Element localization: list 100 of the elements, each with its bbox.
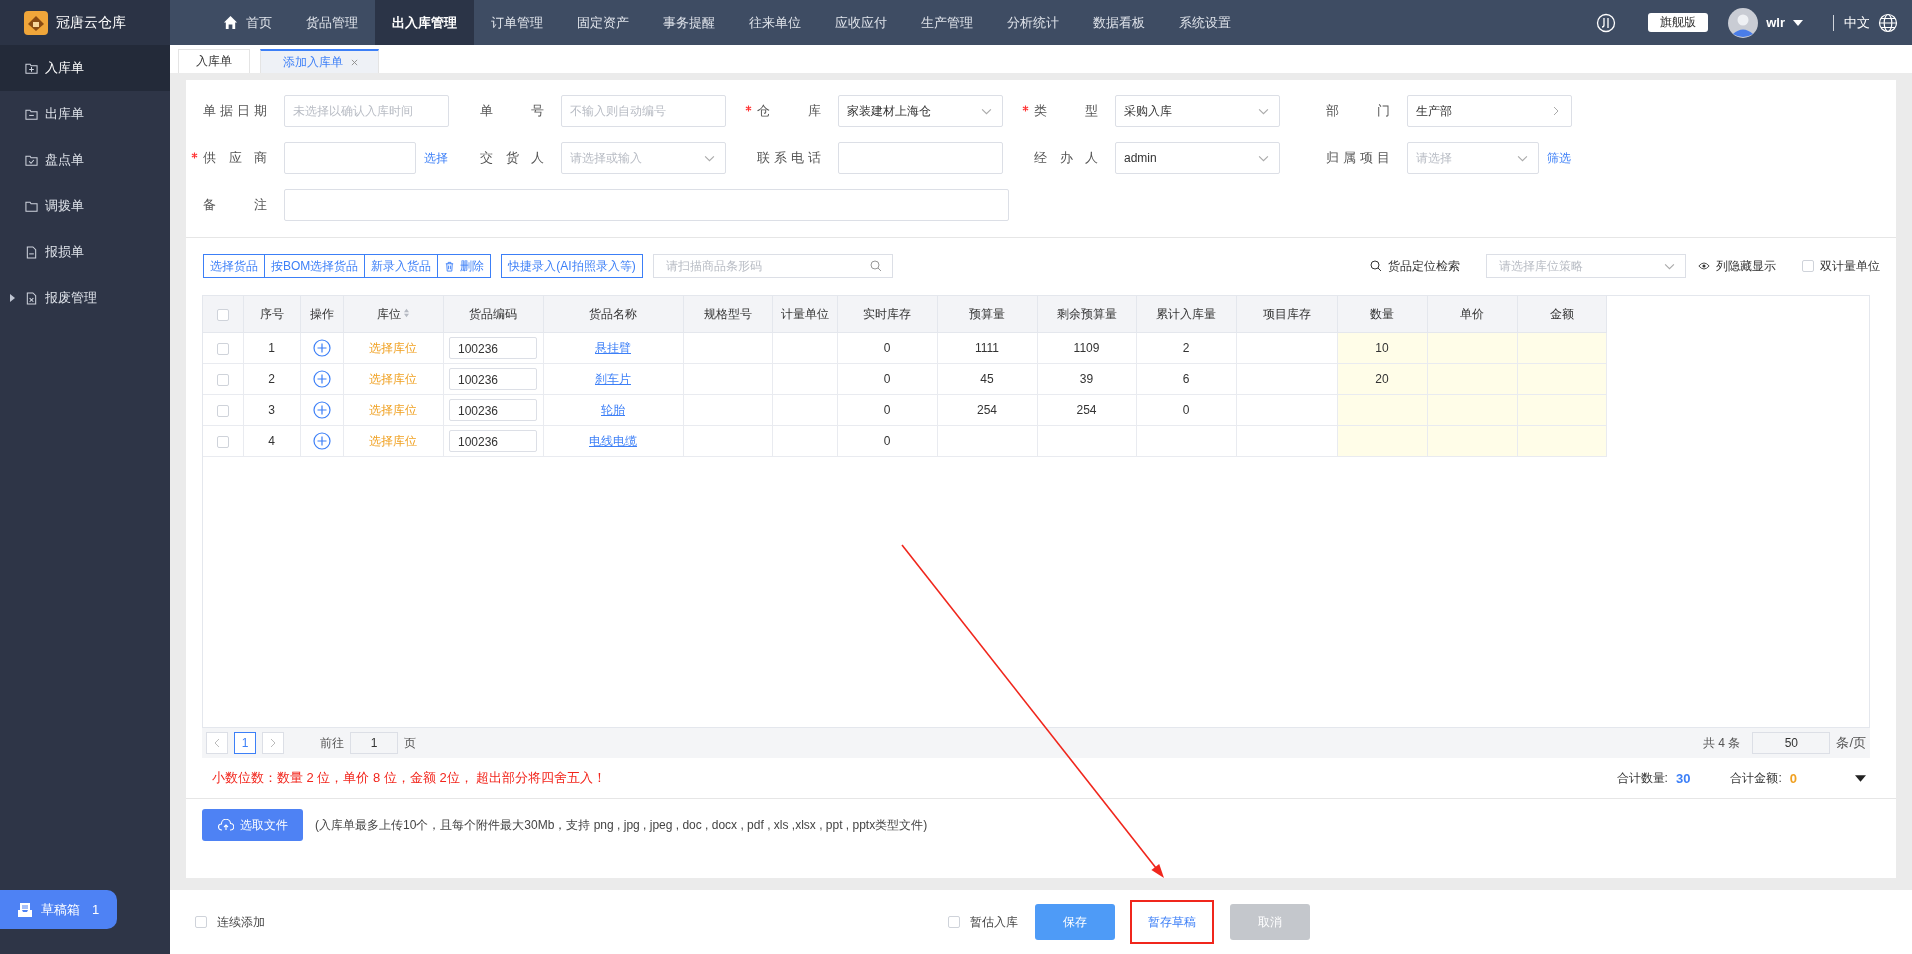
column-header: 计量单位 bbox=[772, 296, 837, 333]
table-cell: 1109 bbox=[1037, 332, 1136, 364]
total-value: 30 bbox=[1675, 770, 1691, 786]
nav-item[interactable]: 生产管理 bbox=[904, 0, 990, 45]
code-field[interactable]: 100236 bbox=[449, 368, 537, 390]
total-label: 合计数量: bbox=[1616, 769, 1668, 787]
table-cell: 0 bbox=[837, 363, 937, 395]
nav-item[interactable]: 往来单位 bbox=[732, 0, 818, 45]
product-link[interactable]: 轮胎 bbox=[601, 402, 625, 417]
nav-item[interactable]: 系统设置 bbox=[1162, 0, 1248, 45]
column-header: 序号 bbox=[243, 296, 300, 333]
field-label: 备注 bbox=[203, 196, 267, 214]
language-menu[interactable]: 中文 bbox=[1844, 13, 1870, 32]
nav-item[interactable]: 事务提醒 bbox=[646, 0, 732, 45]
column-header: 单价 bbox=[1427, 296, 1517, 333]
checkbox-label: 连续添加 bbox=[217, 913, 265, 931]
table-cell: 45 bbox=[937, 363, 1037, 395]
table-cell: 6 bbox=[1136, 363, 1236, 395]
column-header: 金额 bbox=[1517, 296, 1606, 333]
table-cell: 3 bbox=[243, 394, 300, 426]
tab[interactable]: 添加入库单 bbox=[260, 49, 379, 73]
column-header: 货品名称 bbox=[543, 296, 683, 333]
code-field[interactable]: 100236 bbox=[449, 337, 537, 359]
checkbox-label: 暂估入库 bbox=[970, 913, 1018, 931]
code-field[interactable]: 100236 bbox=[449, 430, 537, 452]
table-cell: 1 bbox=[243, 332, 300, 364]
column-header: 库位 bbox=[343, 296, 443, 333]
column-header: 规格型号 bbox=[683, 296, 772, 333]
tab[interactable]: 入库单 bbox=[178, 49, 250, 73]
input-field[interactable]: 家装建材上海仓 bbox=[838, 95, 1003, 127]
field-label: 联系电话 bbox=[757, 149, 821, 167]
total-label: 合计金额: bbox=[1730, 769, 1782, 787]
table-cell: 0 bbox=[837, 332, 937, 364]
table-cell: 2 bbox=[243, 363, 300, 395]
field-label: 交货人 bbox=[480, 149, 544, 167]
edition-badge: 旗舰版 bbox=[1648, 13, 1709, 32]
upload-button[interactable]: 选取文件 bbox=[202, 809, 303, 841]
app-title: 冠唐云仓库 bbox=[56, 13, 126, 32]
column-header: 操作 bbox=[300, 296, 343, 333]
input-field[interactable]: 采购入库 bbox=[1115, 95, 1280, 127]
table-cell: 254 bbox=[1037, 394, 1136, 426]
field-label: 单据日期 bbox=[203, 102, 267, 120]
sidebar-item[interactable]: 报损单 bbox=[0, 229, 170, 275]
checkbox-label: 双计量单位 bbox=[1820, 257, 1880, 275]
sidebar-item[interactable]: 盘点单 bbox=[0, 137, 170, 183]
table-cell: 20 bbox=[1337, 363, 1427, 395]
field-link[interactable]: 选择 bbox=[424, 149, 448, 167]
field-label: 归属项目 bbox=[1326, 149, 1390, 167]
total-value: 0 bbox=[1789, 770, 1797, 786]
column-header: 项目库存 bbox=[1236, 296, 1337, 333]
table-cell: 4 bbox=[243, 425, 300, 457]
page-size-field[interactable]: 50 bbox=[1752, 732, 1831, 754]
goto-label: 前往 bbox=[320, 734, 344, 752]
product-link[interactable]: 刹车片 bbox=[595, 371, 631, 386]
user-name[interactable]: wlr bbox=[1766, 15, 1785, 30]
total-count: 共 4 条 bbox=[1703, 734, 1741, 752]
input-field[interactable]: admin bbox=[1115, 142, 1280, 174]
precision-note: 小数位数：数量 2 位，单价 8 位，金额 2位， 超出部分将四舍五入！ bbox=[212, 769, 607, 787]
column-header: 剩余预算量 bbox=[1037, 296, 1136, 333]
page-unit: 页 bbox=[404, 734, 416, 752]
drafts-button[interactable]: 草稿箱 1 bbox=[0, 890, 117, 929]
nav-item[interactable]: 首页 bbox=[206, 0, 289, 45]
nav-item[interactable]: 分析统计 bbox=[990, 0, 1076, 45]
page-button[interactable]: 1 bbox=[234, 732, 256, 754]
page-input[interactable]: 1 bbox=[350, 732, 398, 754]
sidebar-item[interactable]: 报废管理 bbox=[0, 275, 170, 321]
nav-item[interactable]: 订单管理 bbox=[474, 0, 560, 45]
column-header: 数量 bbox=[1337, 296, 1427, 333]
code-field[interactable]: 100236 bbox=[449, 399, 537, 421]
sidebar-item[interactable]: 入库单 bbox=[0, 45, 170, 91]
column-header: 货品编码 bbox=[443, 296, 543, 333]
table-cell: 1111 bbox=[937, 332, 1037, 364]
table-cell: 0 bbox=[1136, 394, 1236, 426]
nav-item[interactable]: 应收应付 bbox=[818, 0, 904, 45]
field-label: 仓库 bbox=[757, 102, 821, 120]
locate-search-link[interactable]: 货品定位检索 bbox=[1388, 257, 1460, 275]
table-cell: 0 bbox=[837, 425, 937, 457]
field-link[interactable]: 筛选 bbox=[1547, 149, 1571, 167]
sidebar-item[interactable]: 调拨单 bbox=[0, 183, 170, 229]
column-header: 预算量 bbox=[937, 296, 1037, 333]
table-cell: 10 bbox=[1337, 332, 1427, 364]
nav-item[interactable]: 固定资产 bbox=[560, 0, 646, 45]
input-field[interactable]: 生产部 bbox=[1407, 95, 1572, 127]
nav-item[interactable]: 货品管理 bbox=[289, 0, 375, 45]
table-cell: 2 bbox=[1136, 332, 1236, 364]
column-toggle-link[interactable]: 列隐藏显示 bbox=[1716, 257, 1776, 275]
field-label: 单号 bbox=[480, 102, 544, 120]
quick-entry-button[interactable]: 快捷录入(AI拍照录入等) bbox=[501, 254, 643, 278]
sidebar-item[interactable]: 出库单 bbox=[0, 91, 170, 137]
table-cell: 254 bbox=[937, 394, 1037, 426]
nav-item[interactable]: 数据看板 bbox=[1076, 0, 1162, 45]
column-header: 实时库存 bbox=[837, 296, 937, 333]
field-label: 类型 bbox=[1034, 102, 1098, 120]
field-label: 部门 bbox=[1326, 102, 1390, 120]
upload-hint: (入库单最多上传10个，且每个附件最大30Mb，支持 png , jpg , jpeg , doc , docx , pdf , xls ,xlsx , ppt , pptx类型文件) bbox=[315, 816, 928, 834]
table-cell: 0 bbox=[837, 394, 937, 426]
product-link[interactable]: 悬挂臂 bbox=[595, 340, 631, 355]
product-link[interactable]: 电线电缆 bbox=[589, 433, 637, 448]
field-label: 供应商 bbox=[203, 149, 267, 167]
nav-item[interactable]: 出入库管理 bbox=[375, 0, 474, 45]
